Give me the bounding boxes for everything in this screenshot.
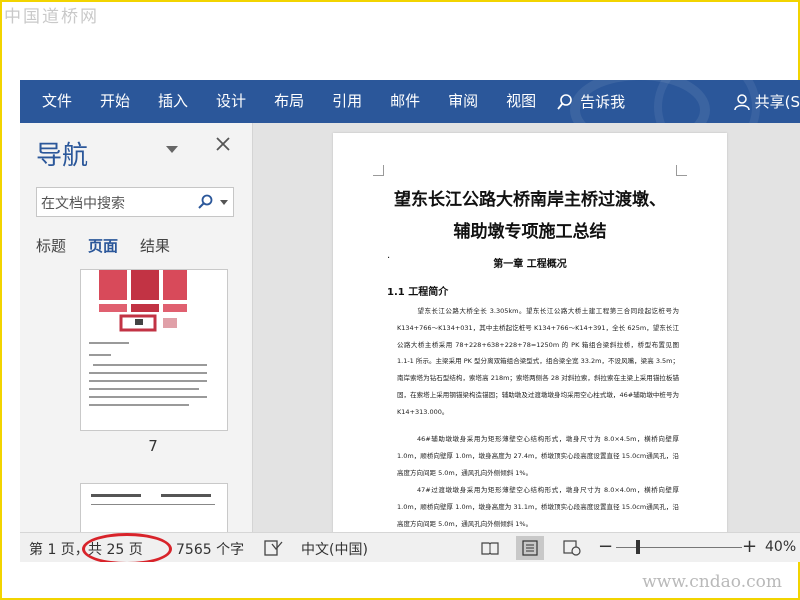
margin-marker [676,165,687,176]
web-layout-icon [563,540,581,556]
ribbon-tab-bar: 文件 开始 插入 设计 布局 引用 邮件 审阅 视图 告诉我 共享(S [20,80,800,123]
thumbnail-text-line [89,342,129,344]
document-page[interactable]: 望东长江公路大桥南岸主桥过渡墩、 辅助墩专项施工总结 第一章 工程概况 · 1.… [333,133,727,532]
tab-insert[interactable]: 插入 [144,80,202,123]
thumbnail-text-line [161,494,211,497]
nav-tab-results[interactable]: 结果 [140,235,170,256]
thumbnail-text-line [89,396,207,398]
chevron-down-icon[interactable] [166,146,178,154]
tab-design[interactable]: 设计 [202,80,260,123]
search-placeholder: 在文档中搜索 [41,196,125,212]
thumbnail-text-line [89,404,189,406]
url-watermark: www.cndao.com [642,572,782,592]
highlight-circle [82,533,172,562]
tab-review[interactable]: 审阅 [434,80,492,123]
tell-me-box[interactable]: 告诉我 [556,91,625,112]
section-heading: 1.1 工程简介 [387,287,449,298]
thumbnail-text-line [89,380,207,382]
zoom-out-button[interactable]: − [598,536,613,557]
document-title-line: 望东长江公路大桥南岸主桥过渡墩、 [394,190,666,210]
tab-layout[interactable]: 布局 [260,80,318,123]
tab-file[interactable]: 文件 [20,80,86,123]
body-paragraph: 46#辅助墩墩身采用为矩形薄壁空心结构形式，墩身尺寸为 8.0×4.5m，横桥向… [397,435,679,477]
zoom-slider-thumb[interactable] [636,540,640,554]
read-mode-button[interactable] [476,536,504,560]
chevron-down-icon[interactable] [220,200,228,205]
nav-tab-headings[interactable]: 标题 [36,235,66,256]
share-button[interactable]: 共享(S [733,80,800,123]
person-icon [733,93,750,110]
print-layout-button[interactable] [516,536,544,560]
page-indicator[interactable]: 第 1 页， [29,539,89,559]
tell-me-label: 告诉我 [580,93,626,111]
navigation-pane: 导航 在文档中搜索 标题 页面 结果 7 [20,123,253,532]
web-layout-button[interactable] [558,536,586,560]
page-thumbnail[interactable] [80,483,228,532]
status-bar: 第 1 页， 共 25 页 7565 个字 中文(中国) − + 40% [20,532,800,562]
zoom-in-button[interactable]: + [742,536,757,557]
book-icon [481,542,499,555]
proofing-icon[interactable] [264,540,284,556]
tab-references[interactable]: 引用 [318,80,376,123]
tab-view[interactable]: 视图 [492,80,550,123]
chapter-heading: 第一章 工程概况 [493,259,567,270]
page-layout-icon [522,540,538,556]
thumbnail-text-line [91,504,215,505]
search-icon[interactable] [198,194,213,209]
share-label: 共享(S [754,93,800,111]
thumbnail-text-line [89,372,207,374]
thumbnail-text-line [91,494,141,497]
nav-pane-title: 导航 [36,141,89,171]
zoom-level[interactable]: 40% [765,539,796,555]
word-window: 文件 开始 插入 设计 布局 引用 邮件 审阅 视图 告诉我 共享(S 导航 在… [20,80,800,562]
search-input[interactable]: 在文档中搜索 [36,187,234,217]
thumbnail-text-line [89,388,199,390]
nav-pane-tabs: 标题 页面 结果 [36,235,192,256]
page-thumbnail[interactable] [80,269,228,431]
document-canvas[interactable]: 望东长江公路大桥南岸主桥过渡墩、 辅助墩专项施工总结 第一章 工程概况 · 1.… [253,123,800,532]
body-paragraph: 47#过渡墩墩身采用为矩形薄壁空心结构形式，墩身尺寸为 8.0×4.0m，横桥向… [397,486,679,528]
body-paragraph: 望东长江公路大桥全长 3.305km。望东长江公路大桥土建工程第三合同段起讫桩号… [397,307,679,416]
paragraph-mark: · [387,253,391,264]
tab-home[interactable]: 开始 [86,80,144,123]
close-icon[interactable] [216,137,230,151]
thumbnail-page-number: 7 [148,437,158,455]
thumbnail-text-line [93,364,207,366]
zoom-slider[interactable] [616,547,742,548]
lightbulb-search-icon [557,93,572,110]
word-count[interactable]: 7565 个字 [176,539,244,559]
document-title-line: 辅助墩专项施工总结 [453,222,607,242]
thumbnail-text-line [89,354,111,356]
nav-tab-pages[interactable]: 页面 [88,235,118,256]
language-indicator[interactable]: 中文(中国) [301,539,368,559]
tab-mailings[interactable]: 邮件 [376,80,434,123]
thumbnail-drawing [99,270,187,332]
margin-marker [373,165,384,176]
site-watermark: 中国道桥网 [4,7,99,27]
